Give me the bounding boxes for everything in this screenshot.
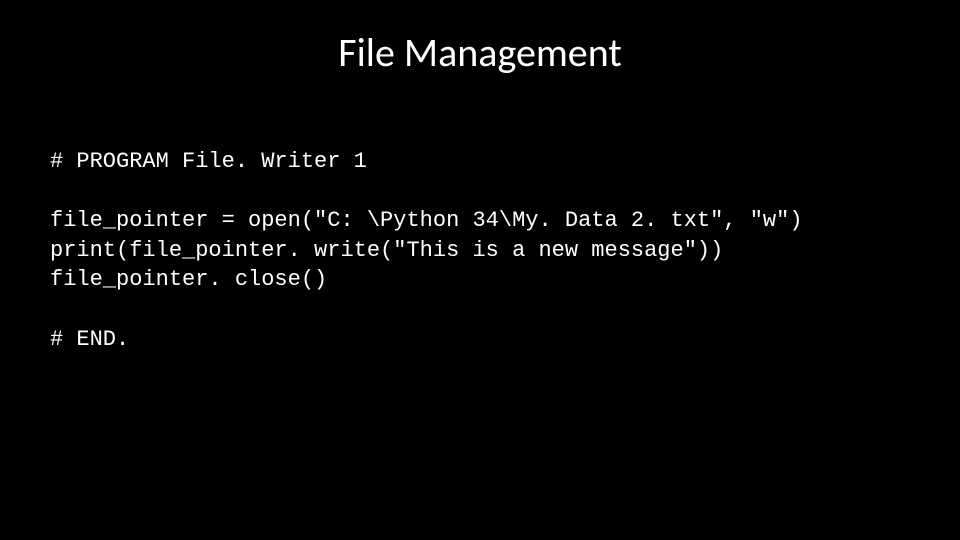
- slide: File Management # PROGRAM File. Writer 1…: [0, 0, 960, 540]
- code-line: file_pointer = open("C: \Python 34\My. D…: [50, 208, 803, 233]
- code-block: # PROGRAM File. Writer 1 file_pointer = …: [50, 117, 910, 384]
- slide-title: File Management: [50, 28, 910, 77]
- code-line: file_pointer. close(): [50, 267, 327, 292]
- code-line: # PROGRAM File. Writer 1: [50, 149, 367, 174]
- code-line: print(file_pointer. write("This is a new…: [50, 238, 723, 263]
- code-line: # END.: [50, 327, 129, 352]
